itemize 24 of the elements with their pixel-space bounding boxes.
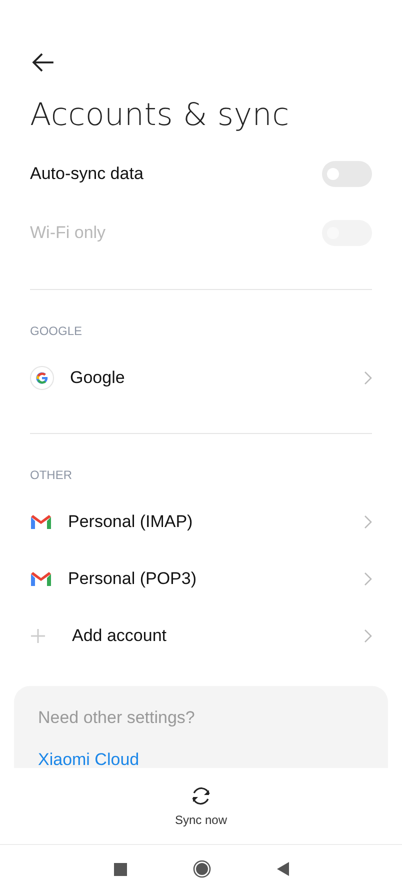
chevron-icon: [364, 628, 372, 643]
chevron-icon: [364, 371, 372, 386]
chevron-icon: [364, 572, 372, 586]
home-icon[interactable]: [192, 860, 210, 878]
section-header: GOOGLE: [30, 324, 84, 338]
setting-label: Auto-sync data: [30, 164, 144, 184]
page-title: Accounts & sync: [30, 96, 290, 133]
back-icon[interactable]: [276, 862, 288, 876]
back-arrow-icon[interactable]: [31, 52, 55, 73]
account-row[interactable]: Google: [30, 350, 372, 407]
sync-now-button[interactable]: Sync now: [166, 781, 236, 831]
account-row[interactable]: Add account: [30, 607, 372, 664]
card-question: Need other settings?: [38, 708, 196, 728]
envelope-m-icon: [30, 514, 52, 530]
sync-icon: [190, 785, 212, 807]
recents-icon[interactable]: [114, 862, 126, 876]
google-logo-icon: [30, 366, 54, 390]
chevron-icon: [364, 514, 372, 529]
account-row[interactable]: Personal (POP3): [30, 550, 372, 608]
account-row[interactable]: Personal (IMAP): [30, 494, 372, 550]
plus-icon: [30, 628, 46, 644]
setting-label: Wi-Fi only: [30, 223, 106, 244]
section-header: OTHER: [30, 468, 73, 482]
envelope-m-icon: [30, 570, 52, 587]
